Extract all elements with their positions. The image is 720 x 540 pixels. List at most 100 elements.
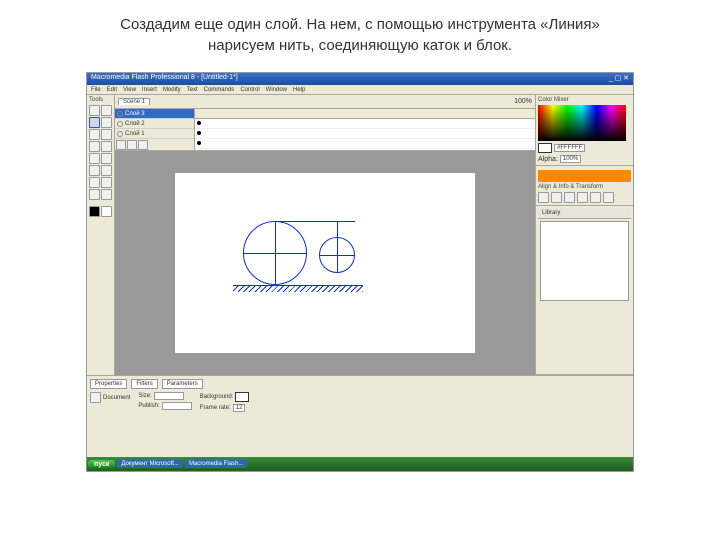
menu-control[interactable]: Control <box>240 87 259 93</box>
bg-label: Background: <box>200 394 234 400</box>
frame-ruler[interactable] <box>195 109 535 119</box>
flash-app-window: Macromedia Flash Professional 8 - [Untit… <box>86 72 634 472</box>
line-tool-icon[interactable] <box>89 117 100 128</box>
thread-line[interactable] <box>275 221 337 222</box>
caption-line-1: Создадим еще один слой. На нем, с помощь… <box>120 16 600 33</box>
fill-color-icon[interactable] <box>101 206 112 217</box>
keyframe-icon[interactable] <box>197 131 201 135</box>
library-title[interactable]: Library <box>538 208 631 219</box>
align-title: Align & Info & Transform <box>538 184 631 190</box>
align-top-icon[interactable] <box>577 192 588 203</box>
bg-swatch[interactable] <box>235 392 249 402</box>
layer-row[interactable]: Слой 2 <box>115 119 194 129</box>
eraser-tool-icon[interactable] <box>101 177 112 188</box>
zoom-value[interactable]: 100% <box>514 98 532 105</box>
thread-line[interactable] <box>337 221 355 222</box>
layer-row[interactable]: Слой 3 <box>115 109 194 119</box>
menu-edit[interactable]: Edit <box>107 87 117 93</box>
crosshair-icon <box>337 237 338 273</box>
eyedrop-tool-icon[interactable] <box>89 177 100 188</box>
add-layer-icon[interactable] <box>116 140 126 150</box>
gradient-preview[interactable] <box>538 170 631 182</box>
tab-parameters[interactable]: Parameters <box>162 379 203 389</box>
brush-tool-icon[interactable] <box>101 153 112 164</box>
stroke-color-icon[interactable] <box>89 206 100 217</box>
menu-window[interactable]: Window <box>266 87 287 93</box>
menu-commands[interactable]: Commands <box>204 87 235 93</box>
size-field[interactable] <box>154 392 184 400</box>
window-controls[interactable]: _ ▢ ✕ <box>609 74 629 84</box>
menubar[interactable]: File Edit View Insert Modify Text Comman… <box>87 85 633 95</box>
current-color-swatch[interactable] <box>538 143 552 153</box>
library-panel: Library <box>536 206 633 375</box>
taskbar-item[interactable]: Документ Microsoft... <box>117 460 183 468</box>
hand-tool-icon[interactable] <box>89 189 100 200</box>
frames-area[interactable] <box>195 109 535 150</box>
windows-taskbar[interactable]: пуск Документ Microsoft... Macromedia Fl… <box>87 457 633 471</box>
window-title: Macromedia Flash Professional 8 - [Untit… <box>91 74 238 84</box>
align-middle-icon[interactable] <box>590 192 601 203</box>
timeline-panel: Слой 3 Слой 2 Слой 1 <box>115 109 535 151</box>
scene-tab[interactable]: Scene 1 <box>118 98 150 105</box>
lasso-tool-icon[interactable] <box>101 117 112 128</box>
fps-field[interactable]: 12 <box>233 404 246 412</box>
stage-viewport[interactable] <box>115 151 535 375</box>
bucket-tool-icon[interactable] <box>101 165 112 176</box>
selection-tool-icon[interactable] <box>89 105 100 116</box>
menu-modify[interactable]: Modify <box>163 87 181 93</box>
keyframe-icon[interactable] <box>197 141 201 145</box>
layers-list: Слой 3 Слой 2 Слой 1 <box>115 109 195 150</box>
start-button[interactable]: пуск <box>88 460 115 469</box>
color-mixer-panel: Color Mixer #FFFFFF Alpha: 100% <box>536 95 633 166</box>
drawing-content <box>243 213 393 291</box>
align-center-icon[interactable] <box>551 192 562 203</box>
rect-tool-icon[interactable] <box>101 141 112 152</box>
oval-tool-icon[interactable] <box>89 141 100 152</box>
delete-layer-icon[interactable] <box>138 140 148 150</box>
menu-insert[interactable]: Insert <box>142 87 157 93</box>
stage-canvas[interactable] <box>175 173 475 353</box>
menu-text[interactable]: Text <box>187 87 198 93</box>
publish-label: Publish: <box>138 403 159 409</box>
library-preview <box>540 221 629 301</box>
menu-file[interactable]: File <box>91 87 101 93</box>
toolbox-panel: Tools <box>87 95 115 375</box>
fps-label: Frame rate: <box>200 405 231 411</box>
alpha-field[interactable]: 100% <box>560 155 581 163</box>
properties-panel: Properties Filters Parameters Document S… <box>87 375 633 457</box>
add-folder-icon[interactable] <box>127 140 137 150</box>
layer-name[interactable]: Слой 2 <box>125 121 145 127</box>
layer-name[interactable]: Слой 1 <box>125 131 145 137</box>
align-left-icon[interactable] <box>538 192 549 203</box>
tab-filters[interactable]: Filters <box>131 379 157 389</box>
visibility-icon[interactable] <box>117 131 123 137</box>
menu-view[interactable]: View <box>123 87 136 93</box>
document-tabs: Scene 1 100% <box>115 95 535 109</box>
hex-field[interactable]: #FFFFFF <box>554 144 585 152</box>
keyframe-icon[interactable] <box>197 121 201 125</box>
slide-caption: Создадим еще один слой. На нем, с помощь… <box>0 0 720 64</box>
pen-tool-icon[interactable] <box>89 129 100 140</box>
pencil-tool-icon[interactable] <box>89 153 100 164</box>
color-picker[interactable] <box>538 105 626 141</box>
text-tool-icon[interactable] <box>101 129 112 140</box>
tab-properties[interactable]: Properties <box>90 379 127 389</box>
ink-tool-icon[interactable] <box>89 165 100 176</box>
layer-name[interactable]: Слой 3 <box>125 111 145 117</box>
align-right-icon[interactable] <box>564 192 575 203</box>
zoom-tool-icon[interactable] <box>101 189 112 200</box>
taskbar-item[interactable]: Macromedia Flash... <box>185 460 247 468</box>
visibility-icon[interactable] <box>117 121 123 127</box>
titlebar[interactable]: Macromedia Flash Professional 8 - [Untit… <box>87 73 633 85</box>
color-panel-title: Color Mixer <box>538 97 631 103</box>
align-bottom-icon[interactable] <box>603 192 614 203</box>
menu-help[interactable]: Help <box>293 87 305 93</box>
thread-line[interactable] <box>337 221 338 237</box>
toolbox-title: Tools <box>89 97 112 103</box>
subselect-tool-icon[interactable] <box>101 105 112 116</box>
layer-row[interactable]: Слой 1 <box>115 129 194 139</box>
crosshair-icon <box>275 221 276 285</box>
visibility-icon[interactable] <box>117 111 123 117</box>
alpha-label: Alpha: <box>538 156 558 163</box>
publish-field[interactable] <box>162 402 192 410</box>
